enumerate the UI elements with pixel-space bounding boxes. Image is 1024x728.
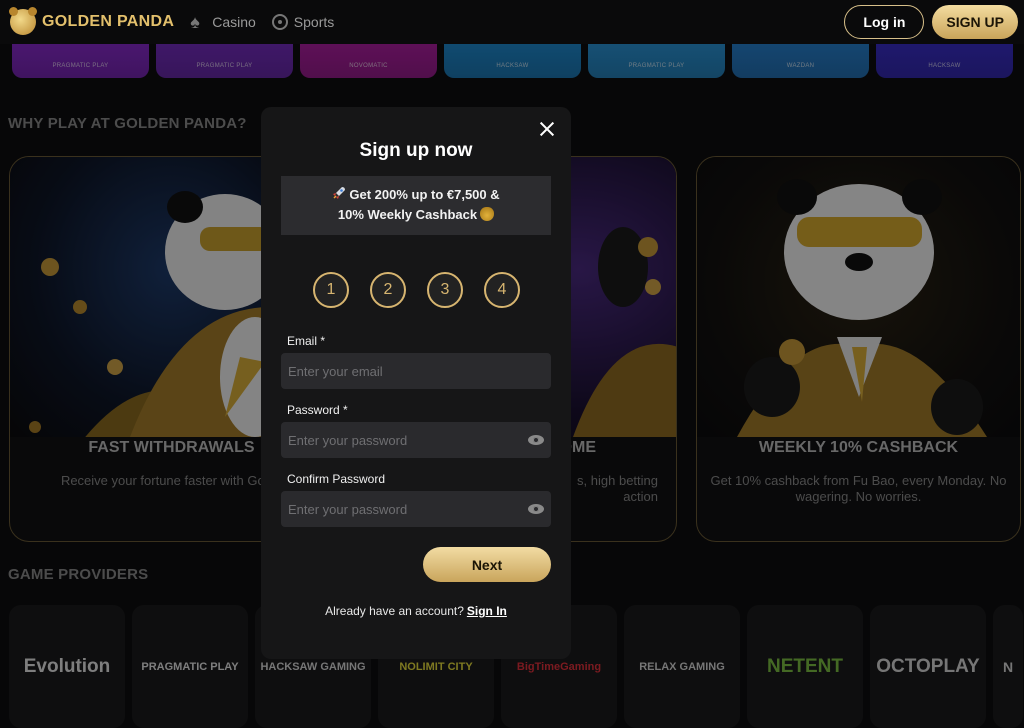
money-bag-icon: [480, 207, 495, 221]
email-field[interactable]: Enter your email: [281, 353, 551, 389]
password-field[interactable]: Enter your password: [281, 422, 551, 458]
signup-modal: Sign up now Get 200% up to €7,500 & 10% …: [261, 107, 571, 659]
eye-icon[interactable]: [528, 433, 544, 447]
spade-icon: ♠: [190, 12, 200, 32]
close-icon[interactable]: [539, 121, 555, 137]
confirm-password-label: Confirm Password: [287, 472, 386, 486]
email-placeholder: Enter your email: [288, 363, 383, 379]
eye-icon[interactable]: [528, 502, 544, 516]
password-label: Password *: [287, 403, 348, 417]
login-button[interactable]: Log in: [844, 5, 925, 39]
promo-line-1: Get 200% up to €7,500 &: [349, 187, 500, 202]
nav-casino-label: Casino: [212, 14, 256, 30]
promo-banner: Get 200% up to €7,500 & 10% Weekly Cashb…: [281, 176, 551, 235]
email-label: Email *: [287, 334, 326, 348]
confirm-password-field[interactable]: Enter your password: [281, 491, 551, 527]
nav-sports-label: Sports: [293, 14, 335, 30]
password-placeholder: Enter your password: [288, 432, 408, 448]
nav-sports[interactable]: Sports: [271, 14, 335, 30]
confirm-password-placeholder: Enter your password: [288, 501, 408, 517]
have-account-text: Already have an account?: [325, 604, 464, 618]
modal-title: Sign up now: [359, 140, 473, 161]
signin-prompt: Already have an account? Sign In: [261, 604, 571, 618]
next-button[interactable]: Next: [423, 547, 551, 582]
brand-logo[interactable]: GOLDEN PANDA: [9, 7, 175, 35]
signup-button[interactable]: SIGN UP: [932, 5, 1018, 39]
brand-name: GOLDEN PANDA: [42, 13, 175, 30]
step-1: 1: [313, 272, 349, 308]
step-2: 2: [370, 272, 406, 308]
top-header: GOLDEN PANDA ♠ Casino Sports Log in SIGN…: [0, 0, 1024, 44]
step-4: 4: [484, 272, 520, 308]
soccer-ball-icon: [271, 14, 288, 30]
rocket-icon: [333, 187, 346, 199]
step-3: 3: [427, 272, 463, 308]
signup-steps: 1 2 3 4: [313, 272, 520, 308]
nav-casino[interactable]: ♠ Casino: [190, 12, 256, 32]
panda-logo-icon: [9, 7, 37, 35]
signin-link[interactable]: Sign In: [467, 604, 507, 618]
page: GOLDEN PANDA ♠ Casino Sports Log in SIGN…: [0, 0, 1024, 728]
promo-line-2: 10% Weekly Cashback: [337, 207, 478, 222]
